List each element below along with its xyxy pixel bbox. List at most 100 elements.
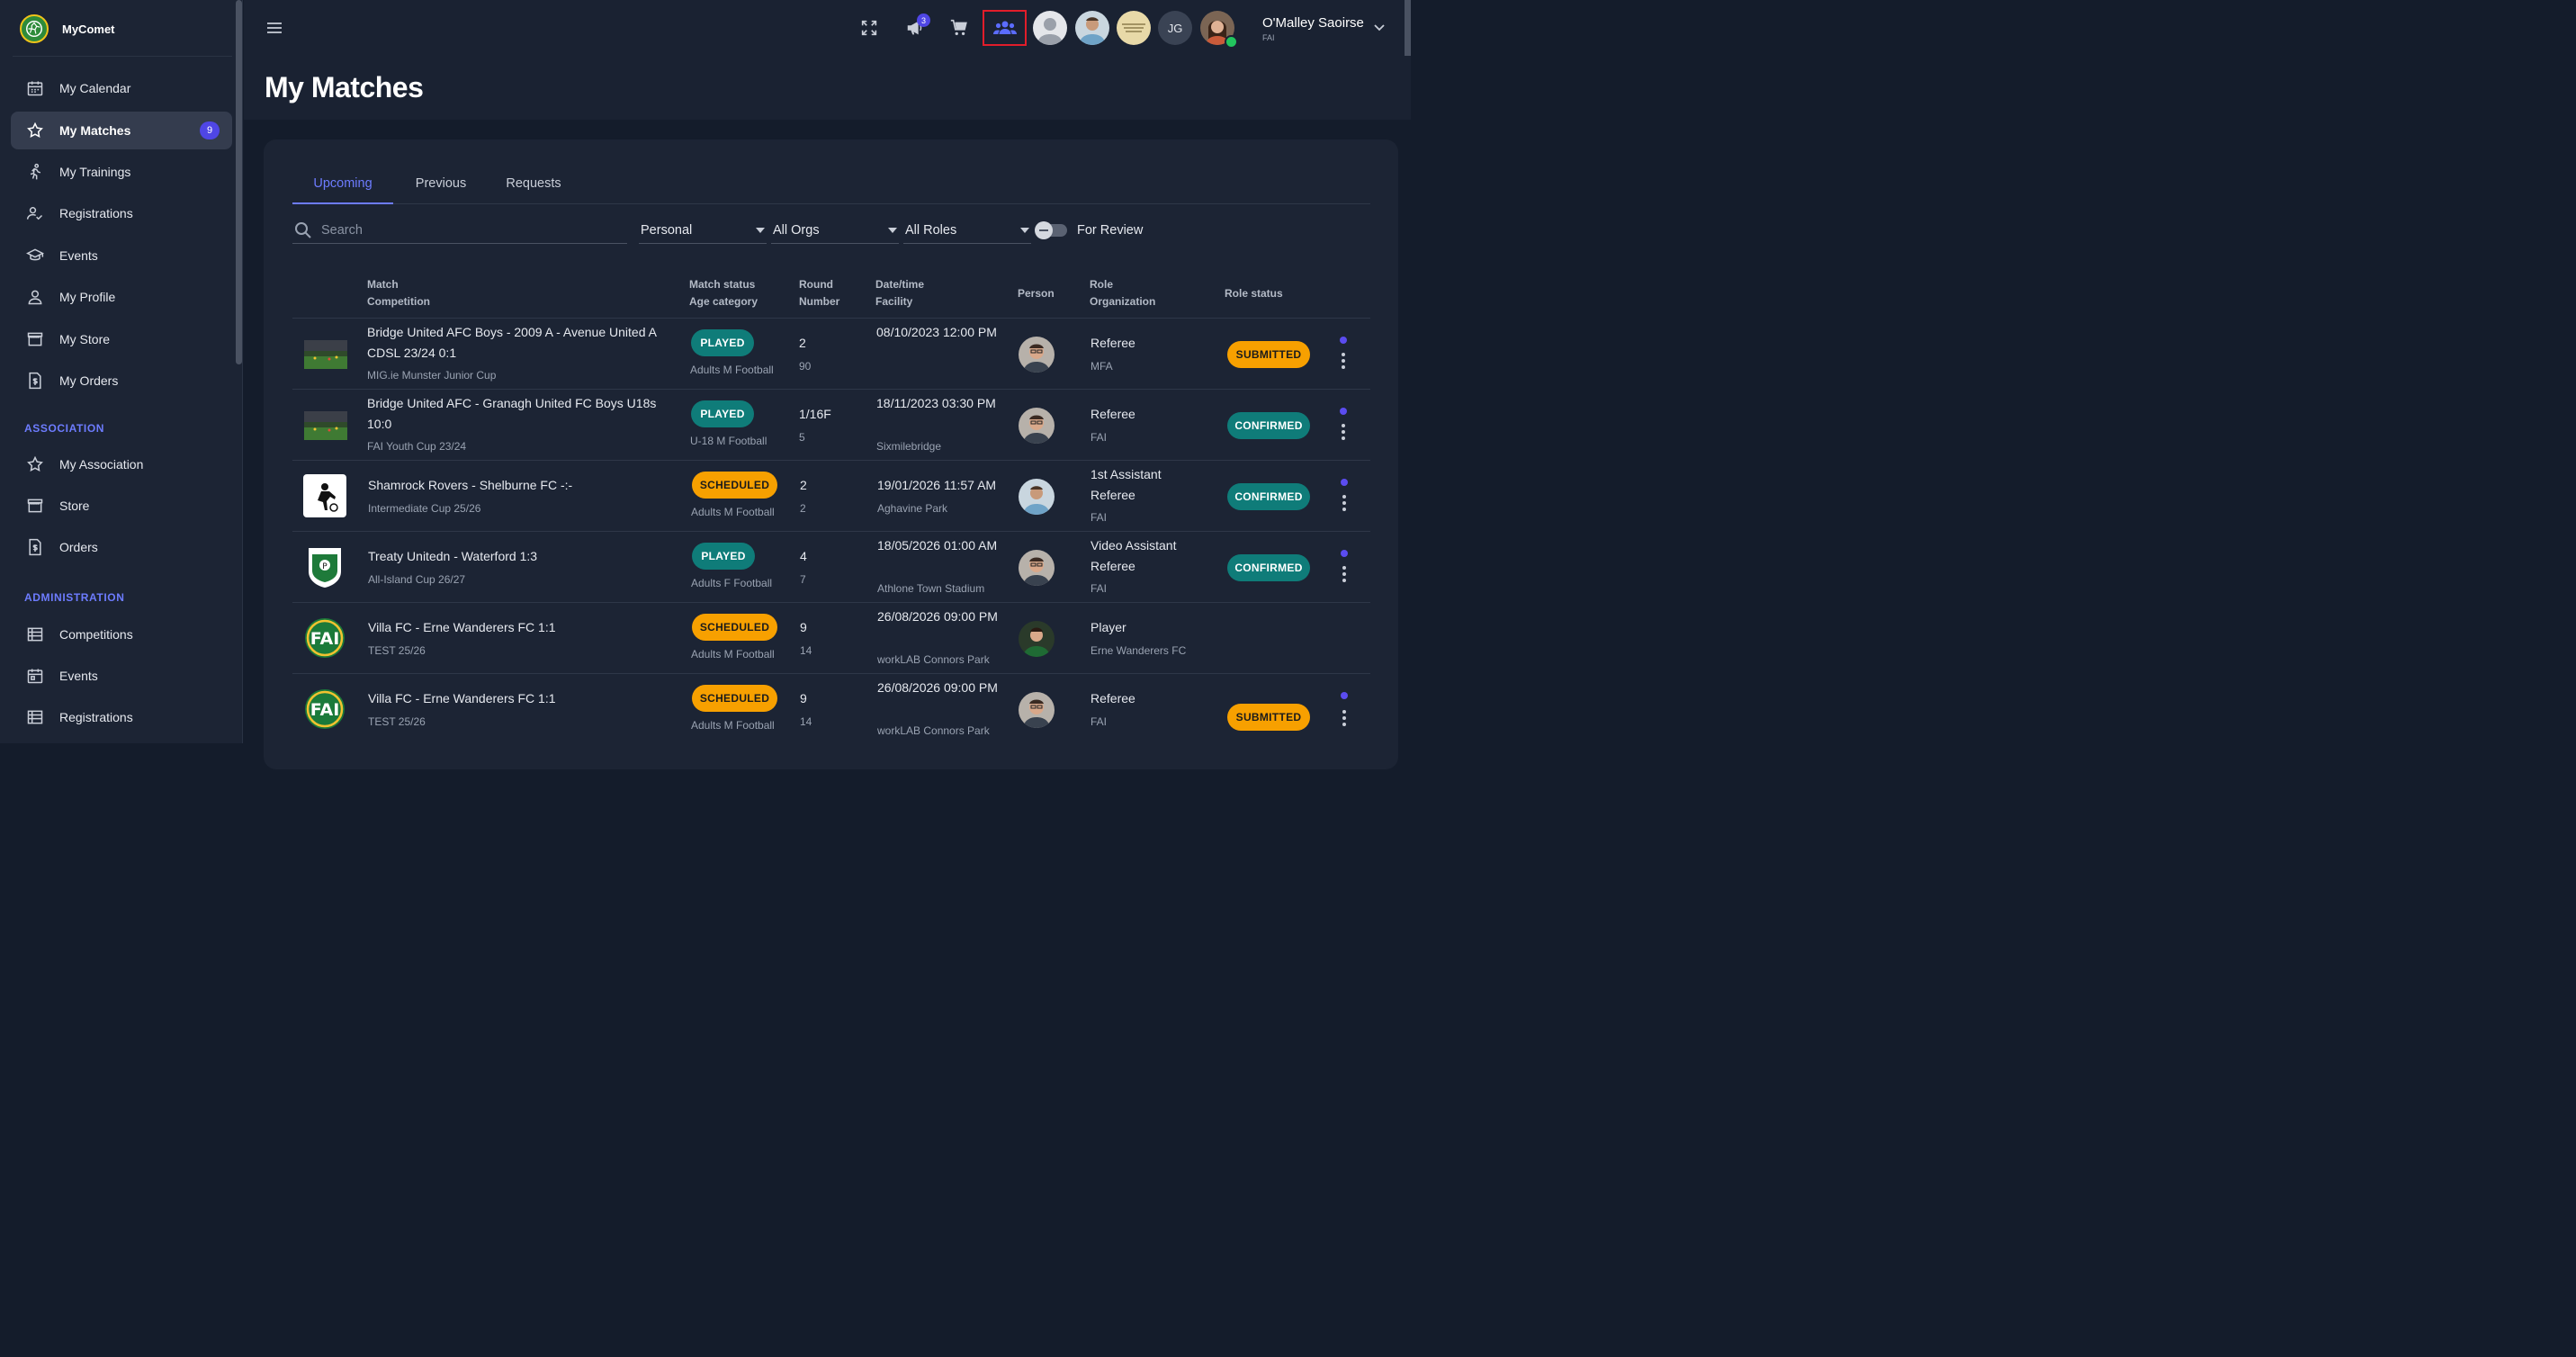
competition: TEST 25/26 bbox=[368, 644, 426, 657]
calendar-icon bbox=[25, 666, 45, 686]
sidebar-item-admin-registrations[interactable]: Registrations bbox=[11, 698, 232, 736]
person-avatar[interactable] bbox=[1019, 550, 1055, 586]
header-datetime[interactable]: Date/time Facility bbox=[875, 276, 924, 310]
person-check-icon bbox=[25, 203, 45, 223]
match-title[interactable]: Villa FC - Erne Wanderers FC 1:1 bbox=[368, 688, 678, 709]
sidebar-item-orders[interactable]: Orders bbox=[11, 528, 232, 566]
organization: FAI bbox=[1091, 511, 1108, 524]
avatar-team-logo[interactable] bbox=[1117, 11, 1151, 45]
tab-upcoming[interactable]: Upcoming bbox=[292, 164, 393, 204]
sidebar-item-competitions[interactable]: Competitions bbox=[11, 616, 232, 653]
avatar-initials[interactable]: JG bbox=[1158, 11, 1192, 45]
menu-icon[interactable] bbox=[265, 19, 283, 37]
sidebar: MyComet My Calendar My Matches 9 My Trai… bbox=[0, 0, 243, 743]
avatar-placeholder[interactable] bbox=[1033, 11, 1067, 45]
sidebar-item-store[interactable]: Store bbox=[11, 487, 232, 525]
table-row[interactable]: Bridge United AFC - Granagh United FC Bo… bbox=[292, 389, 1370, 461]
match-title[interactable]: Bridge United AFC - Granagh United FC Bo… bbox=[367, 393, 678, 435]
scope-select-value: Personal bbox=[641, 222, 693, 238]
header-match[interactable]: Match Competition bbox=[367, 276, 430, 310]
roles-select[interactable]: All Roles bbox=[903, 217, 1031, 244]
notification-count-badge: 3 bbox=[917, 13, 930, 27]
table-row[interactable]: Shamrock Rovers - Shelburne FC -:- Inter… bbox=[292, 460, 1370, 532]
match-title[interactable]: Bridge United AFC Boys - 2009 A - Avenue… bbox=[367, 322, 678, 364]
age-category: Adults F Football bbox=[691, 577, 773, 589]
tab-previous[interactable]: Previous bbox=[400, 164, 481, 202]
match-title[interactable]: Treaty Unitedn - Waterford 1:3 bbox=[368, 546, 678, 567]
search-input[interactable] bbox=[319, 221, 611, 238]
match-status-badge: PLAYED bbox=[691, 400, 754, 427]
organization: FAI bbox=[1091, 582, 1108, 595]
table-row[interactable]: P Treaty Unitedn - Waterford 1:3 All-Isl… bbox=[292, 531, 1370, 603]
role-status-badge: SUBMITTED bbox=[1227, 704, 1310, 731]
search-field[interactable] bbox=[292, 217, 627, 244]
more-options-icon[interactable] bbox=[1342, 566, 1347, 582]
more-options-icon[interactable] bbox=[1341, 353, 1346, 369]
match-title[interactable]: Villa FC - Erne Wanderers FC 1:1 bbox=[368, 617, 678, 638]
sidebar-item-my-matches[interactable]: My Matches 9 bbox=[11, 112, 232, 149]
search-icon bbox=[294, 221, 312, 239]
scope-select[interactable]: Personal bbox=[639, 217, 767, 244]
table-row[interactable]: Bridge United AFC Boys - 2009 A - Avenue… bbox=[292, 318, 1370, 390]
person-avatar[interactable] bbox=[1019, 621, 1055, 657]
match-title[interactable]: Shamrock Rovers - Shelburne FC -:- bbox=[368, 475, 678, 496]
user-name[interactable]: O'Malley Saoirse bbox=[1262, 15, 1364, 31]
datetime: 18/05/2026 01:00 AM bbox=[877, 538, 998, 553]
avatar-photo[interactable] bbox=[1075, 11, 1109, 45]
sidebar-item-my-calendar[interactable]: My Calendar bbox=[11, 69, 232, 107]
person-avatar[interactable] bbox=[1019, 692, 1055, 728]
for-review-label: For Review bbox=[1077, 223, 1144, 238]
facility: Athlone Town Stadium bbox=[877, 582, 985, 595]
sidebar-item-my-store[interactable]: My Store bbox=[11, 320, 232, 358]
sidebar-item-my-profile[interactable]: My Profile bbox=[11, 278, 232, 316]
role-status-badge: CONFIRMED bbox=[1227, 483, 1310, 510]
chevron-down-icon[interactable] bbox=[1372, 20, 1387, 34]
cart-icon[interactable] bbox=[946, 14, 973, 41]
header-role-status[interactable]: Role status bbox=[1225, 285, 1283, 302]
team-switch-button[interactable] bbox=[983, 10, 1027, 46]
sidebar-item-label: My Orders bbox=[59, 373, 119, 388]
sidebar-item-events[interactable]: Events bbox=[11, 237, 232, 274]
list-icon bbox=[25, 625, 45, 644]
tab-requests[interactable]: Requests bbox=[492, 164, 575, 202]
sidebar-item-my-association[interactable]: My Association bbox=[11, 445, 232, 483]
star-outline-icon bbox=[25, 454, 45, 474]
header-role[interactable]: Role Organization bbox=[1090, 276, 1155, 310]
for-review-toggle[interactable] bbox=[1035, 221, 1067, 239]
section-title-administration: ADMINISTRATION bbox=[24, 591, 125, 604]
svg-text:FAI: FAI bbox=[310, 700, 340, 720]
role: Referee bbox=[1091, 336, 1135, 350]
announcements-button[interactable]: 3 bbox=[902, 13, 930, 41]
page-header: My Matches bbox=[244, 56, 1411, 120]
role: Video Assistant Referee bbox=[1091, 538, 1177, 573]
round: 2 bbox=[799, 336, 806, 350]
number: 2 bbox=[800, 502, 806, 515]
person-avatar[interactable] bbox=[1019, 337, 1055, 373]
age-category: U-18 M Football bbox=[690, 435, 767, 447]
age-category: Adults M Football bbox=[691, 506, 775, 518]
online-status-indicator bbox=[1225, 35, 1238, 49]
sidebar-scrollbar[interactable] bbox=[236, 0, 242, 364]
fullscreen-icon[interactable] bbox=[856, 14, 883, 41]
sidebar-item-admin-events[interactable]: Events bbox=[11, 657, 232, 695]
facility: workLAB Connors Park bbox=[877, 653, 990, 666]
orgs-select[interactable]: All Orgs bbox=[771, 217, 899, 244]
person-avatar[interactable] bbox=[1019, 408, 1055, 444]
more-options-icon[interactable] bbox=[1341, 424, 1346, 440]
calendar-icon bbox=[25, 78, 45, 98]
header-match-status[interactable]: Match status Age category bbox=[689, 276, 758, 310]
header-person[interactable]: Person bbox=[1018, 285, 1055, 302]
sidebar-item-my-trainings[interactable]: My Trainings bbox=[11, 153, 232, 191]
unread-indicator bbox=[1340, 408, 1347, 415]
table-row[interactable]: FAI Villa FC - Erne Wanderers FC 1:1 TES… bbox=[292, 602, 1370, 674]
brand[interactable]: MyComet bbox=[20, 13, 115, 44]
page-scrollbar[interactable] bbox=[1405, 0, 1411, 56]
header-round[interactable]: Round Number bbox=[799, 276, 839, 310]
more-options-icon[interactable] bbox=[1342, 710, 1347, 726]
sidebar-item-my-orders[interactable]: My Orders bbox=[11, 362, 232, 400]
unread-indicator bbox=[1341, 550, 1348, 557]
sidebar-item-registrations[interactable]: Registrations bbox=[11, 194, 232, 232]
more-options-icon[interactable] bbox=[1342, 495, 1347, 511]
table-row[interactable]: FAI Villa FC - Erne Wanderers FC 1:1 TES… bbox=[292, 673, 1370, 745]
person-avatar[interactable] bbox=[1019, 479, 1055, 515]
